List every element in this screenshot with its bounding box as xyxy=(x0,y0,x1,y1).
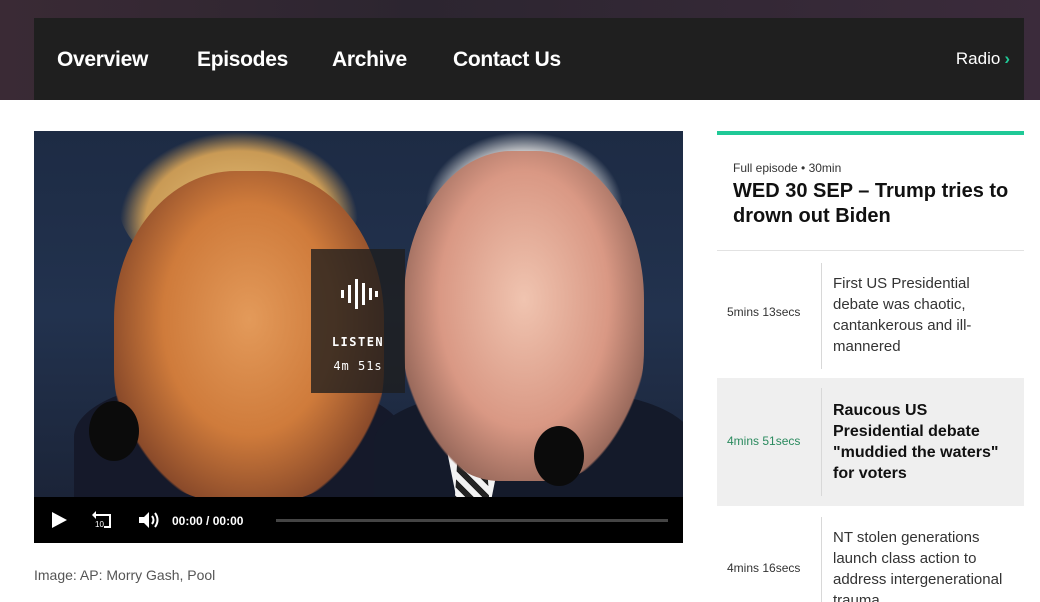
segment-divider xyxy=(821,263,822,369)
volume-icon[interactable] xyxy=(138,511,160,529)
current-time: 00:00 xyxy=(172,514,203,528)
seek-bar[interactable] xyxy=(276,519,668,522)
microphone-right xyxy=(534,426,584,486)
divider xyxy=(717,250,1024,251)
time-separator: / xyxy=(206,514,210,528)
segment-title: Raucous US Presidential debate "muddied … xyxy=(833,402,999,482)
replay-seconds: 10 xyxy=(95,520,104,529)
time-display: 00:00 / 00:00 xyxy=(172,514,243,528)
radio-label: Radio xyxy=(955,49,1001,68)
face-right xyxy=(404,151,644,481)
total-time: 00:00 xyxy=(212,514,244,528)
listen-label: LISTEN xyxy=(331,335,385,349)
segment-title: First US Presidential debate was chaotic… xyxy=(833,275,972,355)
microphone-left xyxy=(89,401,139,461)
audio-wave-icon xyxy=(341,279,378,309)
program-nav: Overview Episodes Archive Contact Us Rad… xyxy=(34,18,1024,100)
segment-title: NT stolen generations launch class actio… xyxy=(833,529,1003,602)
segment-duration: 5mins 13secs xyxy=(727,305,801,319)
chevron-right-icon: › xyxy=(1004,49,1010,68)
segment-divider xyxy=(821,388,822,496)
nav-archive[interactable]: Archive xyxy=(332,48,407,72)
accent-bar xyxy=(717,131,1024,135)
replay-10-icon[interactable]: 10 xyxy=(92,509,114,531)
listen-duration: 4m 51s xyxy=(333,359,383,373)
segment-duration: 4mins 51secs xyxy=(727,434,801,448)
nav-episodes[interactable]: Episodes xyxy=(197,48,288,72)
play-icon[interactable] xyxy=(50,511,68,529)
episode-title[interactable]: WED 30 SEP – Trump tries to drown out Bi… xyxy=(733,179,1018,229)
player-controls: 10 00:00 / 00:00 xyxy=(34,497,683,543)
segment-item[interactable]: 4mins 16secs NT stolen generations launc… xyxy=(717,515,1024,602)
image-caption: Image: AP: Morry Gash, Pool xyxy=(34,567,216,583)
listen-button[interactable]: LISTEN 4m 51s xyxy=(311,249,405,393)
nav-contact-us[interactable]: Contact Us xyxy=(453,48,561,72)
segment-item[interactable]: 5mins 13secs First US Presidential debat… xyxy=(717,259,1024,369)
nav-overview[interactable]: Overview xyxy=(57,48,148,72)
episode-meta: Full episode • 30min xyxy=(733,161,842,175)
audio-player: LISTEN 4m 51s 10 00:00 / 00:00 xyxy=(34,131,683,543)
episode-sidebar: Full episode • 30min WED 30 SEP – Trump … xyxy=(717,131,1024,602)
segment-divider xyxy=(821,517,822,602)
radio-link[interactable]: Radio › xyxy=(956,49,1010,69)
segment-duration: 4mins 16secs xyxy=(727,561,801,575)
segment-item-active[interactable]: 4mins 51secs Raucous US Presidential deb… xyxy=(717,378,1024,506)
